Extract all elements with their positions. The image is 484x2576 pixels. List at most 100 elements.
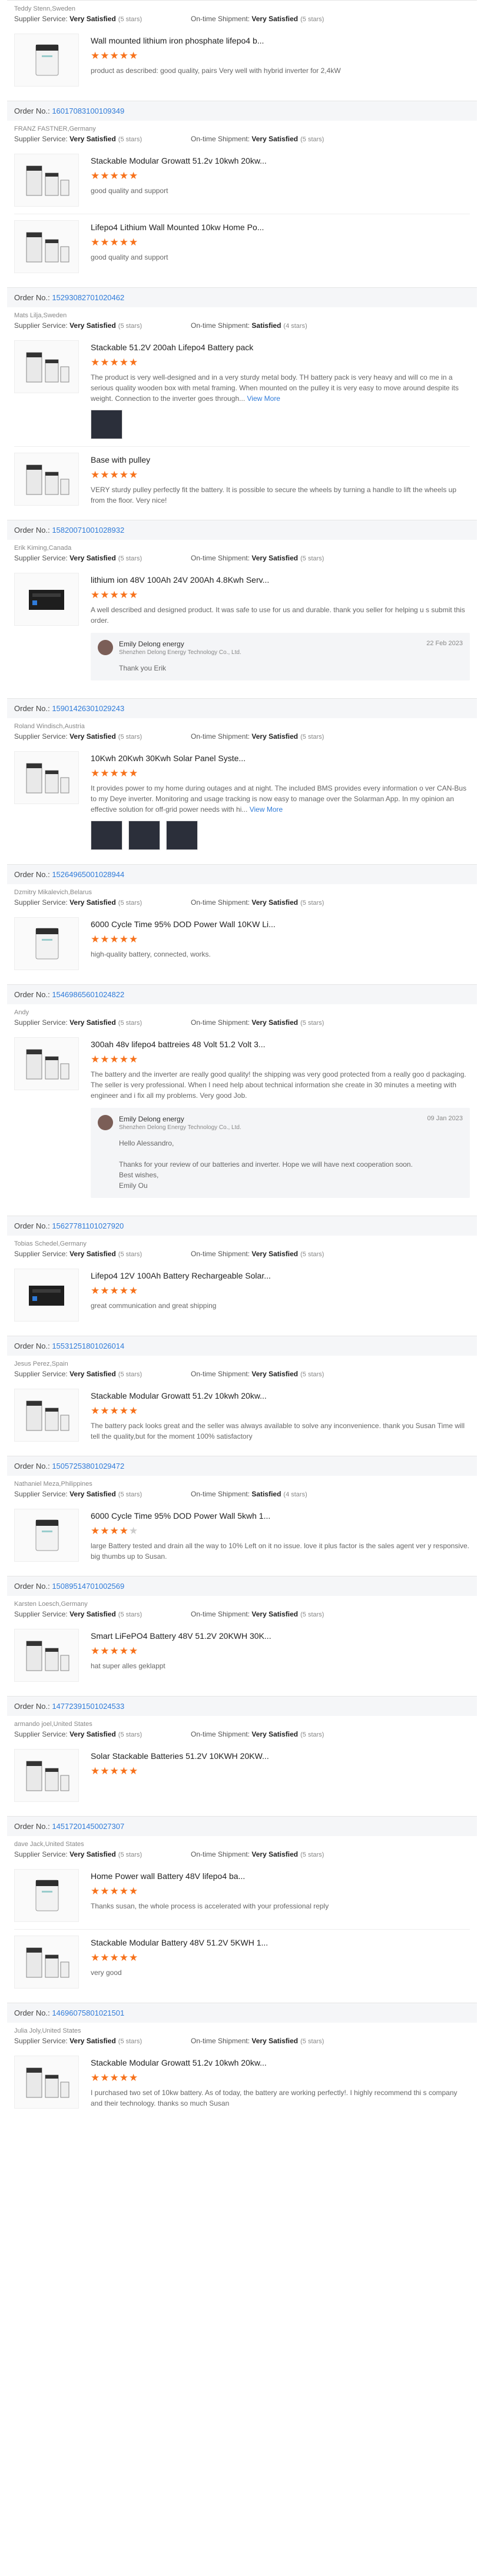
buyer-name: Jesus Perez,Spain	[14, 1360, 68, 1367]
order-no-link[interactable]: 15820071001028932	[52, 526, 124, 535]
shipment-stars: (5 stars)	[300, 1020, 324, 1027]
order-no-link[interactable]: 15531251801026014	[52, 1342, 124, 1350]
supplier-service: Supplier Service: Very Satisfied (5 stars…	[14, 1370, 191, 1378]
product-title[interactable]: Stackable Modular Battery 48V 51.2V 5KWH…	[91, 1938, 470, 1947]
order-no-link[interactable]: 15057253801029472	[52, 1462, 124, 1470]
supplier-service: Supplier Service: Very Satisfied (5 stars…	[14, 15, 191, 23]
view-more-link[interactable]: View More	[250, 805, 283, 814]
product-title[interactable]: Wall mounted lithium iron phosphate life…	[91, 36, 470, 45]
star-icon: ★	[119, 469, 129, 480]
star-icon: ★	[129, 768, 139, 779]
view-more-link[interactable]: View More	[247, 394, 280, 403]
star-icon: ★	[119, 2072, 129, 2083]
product-title[interactable]: Home Power wall Battery 48V lifepo4 ba..…	[91, 1871, 470, 1881]
reply-date: 22 Feb 2023	[426, 640, 463, 647]
review-photo[interactable]	[166, 821, 198, 850]
supplier-label: Supplier Service:	[14, 2037, 68, 2045]
shipment-service: On-time Shipment: Very Satisfied (5 stars…	[191, 554, 367, 562]
review-item: Stackable 51.2V 200ah Lifepo4 Battery pa…	[7, 334, 477, 446]
product-thumbnail[interactable]	[14, 573, 79, 626]
review-item: 6000 Cycle Time 95% DOD Power Wall 5kwh …	[7, 1503, 477, 1569]
order-no-link[interactable]: 14517201450027307	[52, 1822, 124, 1831]
product-thumbnail[interactable]	[14, 917, 79, 970]
service-ratings: Supplier Service: Very Satisfied (5 stars…	[7, 134, 477, 148]
product-thumbnail[interactable]	[14, 1629, 79, 1682]
product-title[interactable]: Base with pulley	[91, 455, 470, 464]
shipment-stars: (5 stars)	[300, 555, 324, 562]
reply-line: Emily Ou	[119, 1181, 148, 1190]
product-thumbnail[interactable]	[14, 1936, 79, 1989]
order-no-link[interactable]: 15627781101027920	[52, 1221, 124, 1230]
product-thumbnail[interactable]	[14, 751, 79, 804]
order-no-link[interactable]: 15469865601024822	[52, 990, 124, 999]
product-thumbnail[interactable]	[14, 1869, 79, 1922]
product-thumbnail[interactable]	[14, 2056, 79, 2109]
product-thumbnail[interactable]	[14, 1389, 79, 1442]
buyer-name: Roland Windisch,Austria	[14, 723, 85, 730]
service-ratings: Supplier Service: Very Satisfied (5 stars…	[7, 320, 477, 334]
order-no-link[interactable]: 15901426301029243	[52, 704, 124, 713]
product-title[interactable]: lithium ion 48V 100Ah 24V 200Ah 4.8Kwh S…	[91, 575, 470, 585]
review-photo[interactable]	[128, 821, 160, 850]
service-ratings: Supplier Service: Very Satisfied (5 stars…	[7, 731, 477, 745]
product-title[interactable]: Lifepo4 12V 100Ah Battery Rechargeable S…	[91, 1271, 470, 1280]
product-title[interactable]: Smart LiFePO4 Battery 48V 51.2V 20KWH 30…	[91, 1631, 470, 1641]
product-thumbnail[interactable]	[14, 1269, 79, 1322]
supplier-service: Supplier Service: Very Satisfied (5 stars…	[14, 554, 191, 562]
order-no-link[interactable]: 15264965001028944	[52, 870, 124, 879]
product-thumbnail[interactable]	[14, 220, 79, 273]
supplier-rating: Very Satisfied	[69, 554, 116, 562]
supplier-rating: Very Satisfied	[69, 732, 116, 741]
order-no-link[interactable]: 15089514701002569	[52, 1582, 124, 1591]
product-title[interactable]: Stackable Modular Growatt 51.2v 10kwh 20…	[91, 2058, 470, 2067]
shipment-service: On-time Shipment: Very Satisfied (5 stars…	[191, 732, 367, 741]
product-title[interactable]: 6000 Cycle Time 95% DOD Power Wall 10KW …	[91, 919, 470, 929]
shipment-rating: Very Satisfied	[251, 554, 299, 562]
review-body: Stackable Modular Growatt 51.2v 10kwh 20…	[91, 2056, 470, 2109]
product-thumbnail[interactable]	[14, 154, 79, 207]
product-title[interactable]: 10Kwh 20Kwh 30Kwh Solar Panel Syste...	[91, 753, 470, 763]
rating-stars: ★★★★★	[91, 1525, 470, 1537]
shipment-rating: Satisfied	[251, 1490, 281, 1498]
product-thumbnail[interactable]	[14, 1037, 79, 1090]
order-no-link[interactable]: 14696075801021501	[52, 2009, 124, 2017]
order-block: Order No.: 15089514701002569 Karsten Loes…	[7, 1576, 477, 1689]
product-thumbnail[interactable]	[14, 340, 79, 393]
product-title[interactable]: 300ah 48v lifepo4 battreies 48 Volt 51.2…	[91, 1040, 470, 1049]
product-title[interactable]: 6000 Cycle Time 95% DOD Power Wall 5kwh …	[91, 1511, 470, 1521]
star-icon: ★	[91, 1285, 101, 1296]
order-no-link[interactable]: 14772391501024533	[52, 1702, 124, 1711]
rating-stars: ★★★★★	[91, 1765, 470, 1777]
product-title[interactable]: Solar Stackable Batteries 51.2V 10KWH 20…	[91, 1751, 470, 1761]
order-no-link[interactable]: 15293082701020462	[52, 293, 124, 302]
shipment-label: On-time Shipment:	[191, 732, 250, 741]
product-thumbnail[interactable]	[14, 1749, 79, 1802]
supplier-stars: (5 stars)	[118, 899, 142, 907]
buyer-name: armando joel,United States	[14, 1721, 92, 1728]
product-thumbnail[interactable]	[14, 453, 79, 506]
product-thumbnail[interactable]	[14, 34, 79, 87]
supplier-rating: Very Satisfied	[69, 15, 116, 23]
product-title[interactable]: Stackable 51.2V 200ah Lifepo4 Battery pa…	[91, 343, 470, 352]
service-ratings: Supplier Service: Very Satisfied (5 stars…	[7, 1249, 477, 1263]
rating-stars: ★★★★★	[91, 1952, 470, 1964]
product-thumbnail[interactable]	[14, 1509, 79, 1562]
review-text: A well described and designed product. I…	[91, 605, 470, 626]
supplier-stars: (5 stars)	[118, 1491, 142, 1498]
reply-name: Emily Delong energy	[119, 640, 184, 648]
supplier-stars: (5 stars)	[118, 1611, 142, 1618]
review-photo[interactable]	[91, 410, 122, 439]
product-title[interactable]: Lifepo4 Lithium Wall Mounted 10kw Home P…	[91, 223, 470, 232]
star-icon: ★	[91, 1054, 101, 1065]
shipment-stars: (5 stars)	[300, 2038, 324, 2045]
star-icon: ★	[110, 589, 120, 600]
product-title[interactable]: Stackable Modular Growatt 51.2v 10kwh 20…	[91, 1391, 470, 1400]
product-title[interactable]: Stackable Modular Growatt 51.2v 10kwh 20…	[91, 156, 470, 165]
buyer-name: Andy	[14, 1009, 29, 1016]
service-ratings: Supplier Service: Very Satisfied (5 stars…	[7, 1609, 477, 1623]
order-no-link[interactable]: 16017083100109349	[52, 107, 124, 115]
review-photo[interactable]	[91, 821, 122, 850]
service-ratings: Supplier Service: Very Satisfied (5 stars…	[7, 1369, 477, 1383]
reply-header: Emily Delong energy Shenzhen Delong Energ…	[98, 640, 463, 656]
star-icon: ★	[110, 1952, 120, 1963]
